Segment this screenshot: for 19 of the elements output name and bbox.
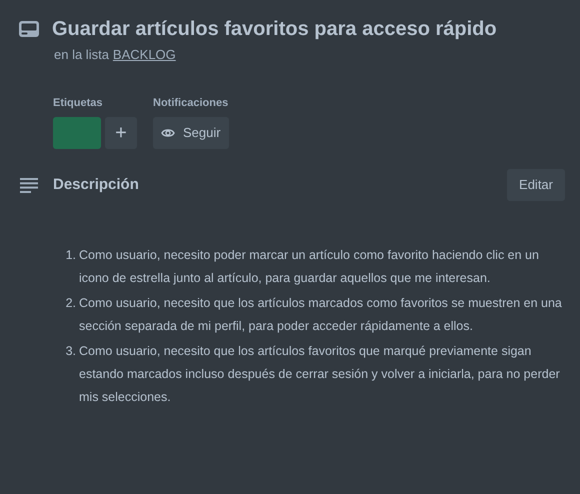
item-number: 1.: [64, 247, 76, 264]
follow-button[interactable]: Seguir: [153, 117, 229, 149]
description-icon: [20, 178, 38, 192]
labels-heading: Etiquetas: [53, 96, 104, 110]
card-icon: [18, 20, 40, 38]
eye-icon: [161, 128, 175, 138]
list-prefix: en la lista: [54, 46, 109, 64]
item-number: 3.: [64, 343, 76, 360]
list-link[interactable]: BACKLOG: [112, 45, 176, 64]
edit-button[interactable]: Editar: [507, 169, 565, 201]
description-paragraph: Como usuario, necesito que los artículos marcados como favoritos se muestren en una sección separada de mi perfil, para poder acceder rápidamente a ellos.: [79, 295, 563, 335]
notifications-heading: Notificaciones: [153, 96, 229, 110]
description-heading: Descripción: [53, 174, 139, 195]
label-chip[interactable]: [53, 117, 101, 149]
description-paragraph: Como usuario, necesito que los artículos favoritos que marqué previamente sigan estando marcados incluso después de cerrar sesión y volver a iniciarla, para no perder mis selecciones.: [79, 343, 561, 406]
item-number: 2.: [64, 295, 76, 312]
description-paragraph: Como usuario, necesito poder marcar un artículo como favorito haciendo clic en un icono de estrella junto al artículo, para guardar aquellos que me interesan.: [79, 247, 540, 287]
card-title: Guardar artículos favoritos para acceso rápido: [52, 17, 497, 42]
add-label-button[interactable]: +: [105, 117, 137, 149]
